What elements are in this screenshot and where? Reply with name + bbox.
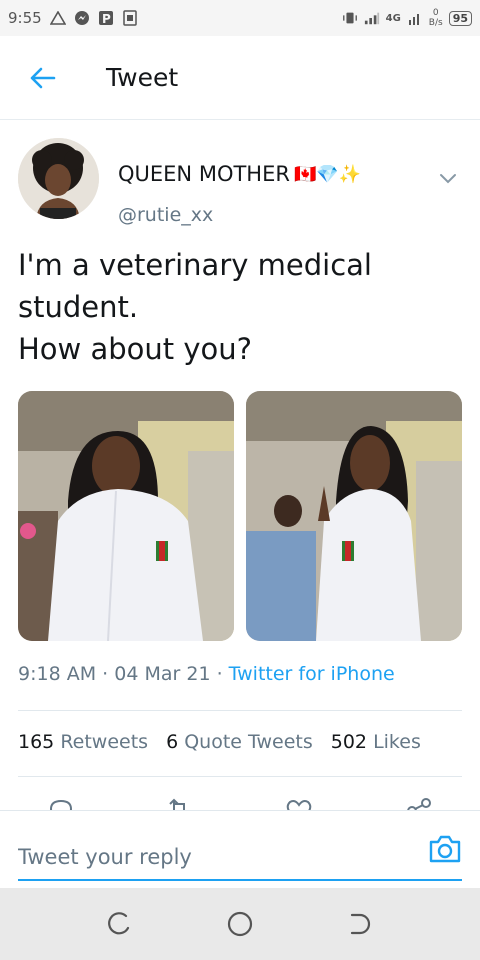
camera-icon[interactable] xyxy=(428,833,462,865)
tweet-text-line: student. xyxy=(18,290,139,324)
vibrate-icon xyxy=(342,10,358,26)
quote-tweets-stat[interactable]: 6 Quote Tweets xyxy=(166,731,313,753)
arrow-left-icon xyxy=(30,67,56,88)
alert-triangle-icon xyxy=(49,10,66,26)
tweet-text-line: How about you? xyxy=(18,332,253,366)
tweet-time: 9:18 AM xyxy=(18,663,97,685)
tweet-source-link[interactable]: Twitter for iPhone xyxy=(229,663,395,685)
status-bar: 9:55 P 4G 0 B/s 95 xyxy=(0,0,480,36)
status-time: 9:55 xyxy=(8,9,42,27)
network-speed: 0 B/s xyxy=(428,8,443,28)
page-title: Tweet xyxy=(106,63,179,92)
reply-bar xyxy=(0,810,480,888)
photo-image xyxy=(18,391,234,641)
back-nav-icon[interactable] xyxy=(346,910,374,938)
tweet-photo-2[interactable] xyxy=(246,391,462,641)
tweet-stats: 165 Retweets 6 Quote Tweets 502 Likes xyxy=(18,731,421,753)
tweet-author: QUEEN MOTHER 🇨🇦💎✨ @rutie_xx xyxy=(18,138,458,226)
meta-separator: · xyxy=(216,663,229,685)
system-nav-bar xyxy=(0,888,480,960)
tweet-text: I'm a veterinary medical student. How ab… xyxy=(18,244,458,370)
back-button[interactable] xyxy=(14,50,70,106)
sim-icon xyxy=(122,10,138,26)
retweets-stat[interactable]: 165 Retweets xyxy=(18,731,148,753)
network-type: 4G xyxy=(385,12,401,24)
meta-separator: · xyxy=(102,663,115,685)
chevron-down-icon[interactable] xyxy=(438,168,458,188)
app-p-icon: P xyxy=(98,10,114,26)
recent-apps-icon[interactable] xyxy=(106,910,134,938)
tweet-date: 04 Mar 21 xyxy=(114,663,211,685)
top-app-bar: Tweet xyxy=(0,36,480,120)
divider xyxy=(18,710,462,711)
avatar-image xyxy=(18,138,99,219)
author-handle[interactable]: @rutie_xx xyxy=(118,204,213,226)
signal-icon xyxy=(364,10,380,26)
tweet-photo-1[interactable] xyxy=(18,391,234,641)
author-emojis: 🇨🇦💎✨ xyxy=(293,163,362,185)
tweet-meta: 9:18 AM · 04 Mar 21 · Twitter for iPhone xyxy=(18,663,395,685)
messenger-icon xyxy=(74,10,90,26)
author-name[interactable]: QUEEN MOTHER 🇨🇦💎✨ xyxy=(118,162,361,186)
photo-image xyxy=(246,391,462,641)
svg-text:P: P xyxy=(102,12,111,26)
avatar[interactable] xyxy=(18,138,99,219)
reply-input[interactable] xyxy=(18,829,462,881)
signal-icon-2 xyxy=(407,10,423,26)
likes-stat[interactable]: 502 Likes xyxy=(331,731,421,753)
battery-level: 95 xyxy=(448,10,472,26)
tweet-text-line: I'm a veterinary medical xyxy=(18,248,372,282)
home-icon[interactable] xyxy=(226,910,254,938)
divider xyxy=(18,776,462,777)
